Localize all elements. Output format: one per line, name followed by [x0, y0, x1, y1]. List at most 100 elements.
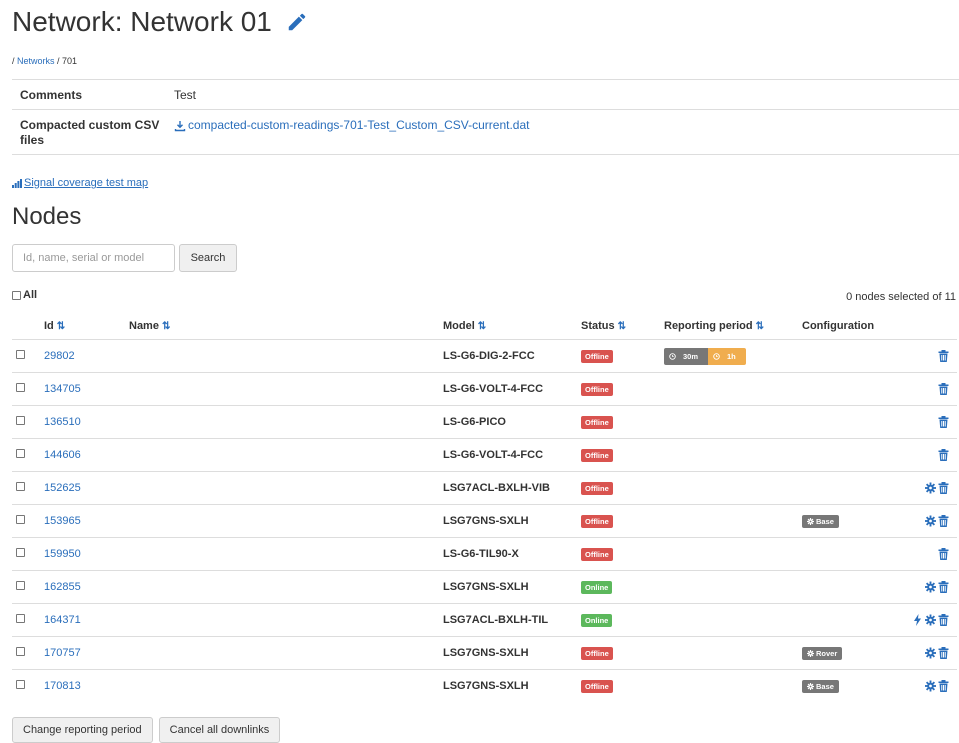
table-row[interactable]: 136510 LS-G6-PICO Offline — [12, 405, 957, 439]
row-checkbox[interactable] — [16, 449, 25, 458]
row-checkbox[interactable] — [16, 482, 25, 491]
node-name — [129, 603, 443, 637]
table-row[interactable]: 153965 LSG7GNS-SXLH Offline Base — [12, 504, 957, 538]
clock-icon — [669, 352, 676, 360]
bolt-icon[interactable] — [912, 614, 923, 627]
node-model: LSG7GNS-SXLH — [443, 636, 581, 670]
gear-icon[interactable] — [925, 581, 936, 593]
select-all-checkbox[interactable] — [12, 290, 21, 300]
node-id-link[interactable]: 164371 — [44, 614, 81, 626]
node-model: LS-G6-PICO — [443, 405, 581, 439]
nodes-heading: Nodes — [12, 203, 82, 230]
row-actions — [902, 471, 957, 505]
col-name-label: Name — [129, 320, 159, 332]
search-input[interactable] — [12, 244, 175, 272]
node-name — [129, 636, 443, 670]
gear-icon[interactable] — [925, 647, 936, 659]
col-status[interactable]: Status ⇅ — [581, 313, 664, 340]
node-id-link[interactable]: 153965 — [44, 515, 81, 527]
node-id-link[interactable]: 170813 — [44, 680, 81, 692]
gear-icon[interactable] — [925, 614, 936, 626]
select-all[interactable]: All — [12, 289, 37, 301]
config-badge-label: Base — [816, 516, 834, 526]
row-checkbox[interactable] — [16, 548, 25, 557]
row-checkbox[interactable] — [16, 416, 25, 425]
reporting-period-pending-value: 1h — [727, 351, 736, 361]
row-checkbox[interactable] — [16, 383, 25, 392]
signal-map-link[interactable]: Signal coverage test map — [12, 177, 148, 189]
col-model-label: Model — [443, 320, 475, 332]
node-id-link[interactable]: 134705 — [44, 383, 81, 395]
search-button[interactable]: Search — [179, 244, 237, 272]
trash-icon[interactable] — [938, 680, 949, 693]
csv-download-link[interactable]: compacted-custom-readings-701-Test_Custo… — [174, 118, 529, 133]
trash-icon[interactable] — [938, 449, 949, 462]
col-reporting[interactable]: Reporting period ⇅ — [664, 313, 802, 340]
node-name — [129, 669, 443, 702]
trash-icon[interactable] — [938, 647, 949, 660]
status-badge: Offline — [581, 382, 613, 396]
trash-icon[interactable] — [938, 482, 949, 495]
row-checkbox[interactable] — [16, 581, 25, 590]
page-title-text: Network: Network 01 — [12, 6, 272, 37]
table-row[interactable]: 164371 LSG7ACL-BXLH-TIL Online — [12, 603, 957, 637]
status-badge: Offline — [581, 481, 613, 495]
trash-icon[interactable] — [938, 581, 949, 594]
node-name — [129, 372, 443, 406]
breadcrumb-networks-link[interactable]: Networks — [17, 56, 55, 66]
node-id-link[interactable]: 29802 — [44, 350, 75, 362]
table-body: 29802 LS-G6-DIG-2-FCC Offline 30m 1h 134705 LS… — [12, 339, 957, 702]
table-row[interactable]: 170757 LSG7GNS-SXLH Offline Rover — [12, 636, 957, 670]
status-badge: Offline — [581, 547, 613, 561]
status-badge: Offline — [581, 448, 613, 462]
config-badge: Base — [802, 679, 839, 693]
gear-icon[interactable] — [925, 482, 936, 494]
sort-icon: ⇅ — [755, 321, 764, 332]
trash-icon[interactable] — [938, 416, 949, 429]
pencil-icon[interactable] — [286, 11, 308, 33]
csv-download-text: compacted-custom-readings-701-Test_Custo… — [188, 118, 530, 132]
breadcrumb-current: / 701 — [54, 56, 78, 66]
gear-icon[interactable] — [925, 680, 936, 692]
config-badge-label: Rover — [816, 648, 838, 658]
cancel-downlinks-button[interactable]: Cancel all downlinks — [158, 717, 281, 743]
row-actions — [902, 405, 957, 439]
col-name[interactable]: Name ⇅ — [129, 313, 443, 340]
node-id-link[interactable]: 144606 — [44, 449, 81, 461]
table-row[interactable]: 162855 LSG7GNS-SXLH Online — [12, 570, 957, 604]
table-row[interactable]: 134705 LS-G6-VOLT-4-FCC Offline — [12, 372, 957, 406]
row-checkbox[interactable] — [16, 680, 25, 689]
table-row[interactable]: 170813 LSG7GNS-SXLH Offline Base — [12, 669, 957, 702]
row-checkbox[interactable] — [16, 614, 25, 623]
nodes-table: Id ⇅ Name ⇅ Model ⇅ Status ⇅ Reporting perio… — [12, 313, 957, 702]
signal-icon — [12, 178, 22, 188]
row-checkbox[interactable] — [16, 647, 25, 656]
col-model[interactable]: Model ⇅ — [443, 313, 581, 340]
table-row[interactable]: 29802 LS-G6-DIG-2-FCC Offline 30m 1h — [12, 339, 957, 373]
node-name — [129, 537, 443, 571]
trash-icon[interactable] — [938, 383, 949, 396]
node-id-link[interactable]: 170757 — [44, 647, 81, 659]
trash-icon[interactable] — [938, 614, 949, 627]
node-id-link[interactable]: 159950 — [44, 548, 81, 560]
trash-icon[interactable] — [938, 548, 949, 561]
signal-map-text: Signal coverage test map — [24, 177, 149, 189]
node-id-link[interactable]: 136510 — [44, 416, 81, 428]
trash-icon[interactable] — [938, 350, 949, 363]
gear-icon[interactable] — [925, 515, 936, 527]
node-id-link[interactable]: 162855 — [44, 581, 81, 593]
page-title: Network: Network 01 — [12, 6, 308, 38]
change-reporting-period-button[interactable]: Change reporting period — [12, 717, 153, 743]
row-checkbox[interactable] — [16, 350, 25, 359]
trash-icon[interactable] — [938, 515, 949, 528]
status-badge: Online — [581, 580, 613, 594]
table-row[interactable]: 159950 LS-G6-TIL90-X Offline — [12, 537, 957, 571]
node-id-link[interactable]: 152625 — [44, 482, 81, 494]
col-id[interactable]: Id ⇅ — [44, 313, 129, 340]
select-all-label: All — [23, 289, 38, 301]
row-checkbox[interactable] — [16, 515, 25, 524]
table-row[interactable]: 152625 LSG7ACL-BXLH-VIB Offline — [12, 471, 957, 505]
col-config: Configuration — [802, 320, 875, 332]
node-model: LSG7ACL-BXLH-TIL — [443, 603, 581, 637]
table-row[interactable]: 144606 LS-G6-VOLT-4-FCC Offline — [12, 438, 957, 472]
